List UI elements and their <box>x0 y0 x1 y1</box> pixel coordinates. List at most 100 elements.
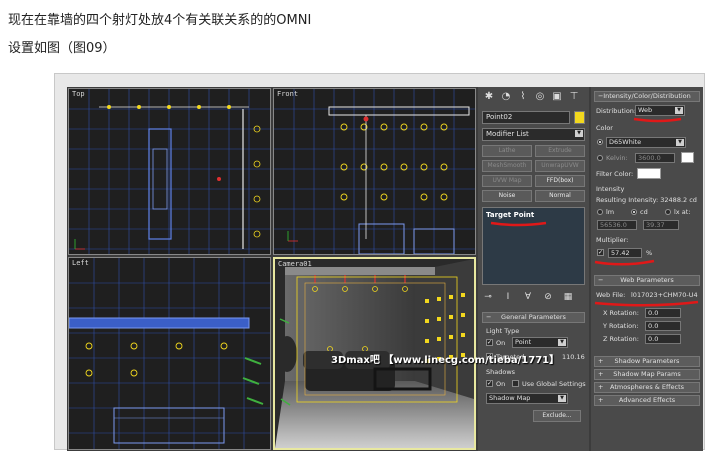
command-tabs: ✱ ◔ ⌇ ◎ ▣ ⊤ <box>482 90 581 104</box>
viewport-left[interactable]: Left <box>68 257 271 450</box>
viewport-label: Top <box>72 90 85 98</box>
shadow-type-value: Shadow Map <box>489 394 531 402</box>
intensity-color-distribution-rollout[interactable]: − Intensity/Color/Distribution <box>594 91 700 102</box>
advanced-effects-rollout[interactable]: + Advanced Effects <box>594 395 700 406</box>
shadow-map-params-rollout[interactable]: + Shadow Map Params <box>594 369 700 380</box>
viewport-top[interactable]: Top <box>68 88 271 255</box>
stack-tools: ⊸ I ∀ ⊘ ▦ <box>482 291 574 303</box>
plus-icon: + <box>598 357 604 365</box>
rollout-title: Advanced Effects <box>618 396 676 404</box>
percent-label: % <box>646 249 653 257</box>
multiplier-checkbox[interactable]: ✓ <box>597 249 604 256</box>
show-end-result-icon[interactable]: I <box>502 291 514 303</box>
light-type-dropdown[interactable]: Point ▼ <box>512 337 568 348</box>
stack-item-target-point[interactable]: Target Point <box>486 211 534 219</box>
distribution-label: Distribution: <box>596 107 637 115</box>
hierarchy-tab-icon[interactable]: ⌇ <box>516 90 530 104</box>
viewport-front[interactable]: Front <box>273 88 476 255</box>
light-type-label: Light Type <box>486 327 520 335</box>
general-parameters-rollout[interactable]: − General Parameters <box>482 312 585 323</box>
exclude-button[interactable]: Exclude... <box>533 410 581 422</box>
shadow-type-dropdown[interactable]: Shadow Map ▼ <box>486 393 568 404</box>
rollout-title: Intensity/Color/Distribution <box>603 92 691 100</box>
pin-stack-icon[interactable]: ⊸ <box>482 291 494 303</box>
lx-at-radio[interactable] <box>665 209 671 215</box>
rollout-title: General Parameters <box>501 313 566 321</box>
object-name-field[interactable]: Point02 <box>482 111 570 124</box>
multiplier-input[interactable]: 57.42 <box>608 248 642 258</box>
y-rotation-input[interactable]: 0.0 <box>645 321 681 331</box>
light-on-label: On <box>496 339 506 347</box>
modify-tab-icon[interactable]: ◔ <box>499 90 513 104</box>
configure-sets-icon[interactable]: ▦ <box>562 291 574 303</box>
intro-line-2: 设置如图（图09） <box>8 41 116 56</box>
color-preset-radio[interactable] <box>597 139 603 145</box>
color-preset-value: D65White <box>609 138 642 146</box>
motion-tab-icon[interactable]: ◎ <box>533 90 547 104</box>
red-underline-mark <box>594 300 699 307</box>
light-on-checkbox[interactable]: ✓ <box>486 339 493 346</box>
create-tab-icon[interactable]: ✱ <box>482 90 496 104</box>
use-global-checkbox[interactable] <box>512 380 519 387</box>
z-rotation-input[interactable]: 0.0 <box>645 334 681 344</box>
kelvin-label: Kelvin: <box>606 154 628 162</box>
lm-radio[interactable] <box>597 209 603 215</box>
left-wireframe <box>69 258 270 449</box>
kelvin-color-swatch[interactable] <box>681 152 694 163</box>
shadow-parameters-rollout[interactable]: + Shadow Parameters <box>594 356 700 367</box>
resulting-intensity-label: Resulting Intensity: 32488.2 cd <box>596 196 697 204</box>
cd-value-input[interactable]: 39.37 <box>643 220 679 230</box>
atmospheres-effects-rollout[interactable]: + Atmospheres & Effects <box>594 382 700 393</box>
chevron-down-icon: ▼ <box>676 139 684 146</box>
kelvin-input[interactable]: 3600.0 <box>635 153 675 163</box>
display-tab-icon[interactable]: ▣ <box>550 90 564 104</box>
plus-icon: + <box>598 396 604 404</box>
web-file-label: Web File: <box>596 291 626 299</box>
make-unique-icon[interactable]: ∀ <box>522 291 534 303</box>
modifier-list-dropdown[interactable]: Modifier List ▼ <box>482 128 585 141</box>
uvw-map-button[interactable]: UVW Map <box>482 175 532 187</box>
meshsmooth-button[interactable]: MeshSmooth <box>482 160 532 172</box>
cd-label: cd <box>640 208 648 216</box>
shadows-label: Shadows <box>486 368 516 376</box>
cd-radio[interactable] <box>631 209 637 215</box>
light-parameters-panel: − Intensity/Color/Distribution Distribut… <box>591 87 703 451</box>
viewport-label: Left <box>72 259 89 267</box>
viewport-label: Front <box>277 90 299 98</box>
lathe-button[interactable]: Lathe <box>482 145 532 157</box>
x-rotation-input[interactable]: 0.0 <box>645 308 681 318</box>
targeted-distance-value[interactable]: 110.16 <box>562 353 585 361</box>
color-preset-dropdown[interactable]: D65White ▼ <box>606 137 686 148</box>
object-color-swatch[interactable] <box>574 111 585 124</box>
utilities-tab-icon[interactable]: ⊤ <box>567 90 581 104</box>
kelvin-radio[interactable] <box>597 155 603 161</box>
extrude-button[interactable]: Extrude <box>535 145 585 157</box>
filter-color-swatch[interactable] <box>637 168 661 179</box>
remove-modifier-icon[interactable]: ⊘ <box>542 291 554 303</box>
web-file-button[interactable]: l017023+CHM70-U4 <box>631 291 698 299</box>
filter-color-label: Filter Color: <box>596 170 634 178</box>
lm-value-input[interactable]: 56536.0 <box>597 220 637 230</box>
x-rotation-label: X Rotation: <box>603 309 639 317</box>
intensity-group-label: Intensity <box>596 185 625 193</box>
web-parameters-rollout[interactable]: − Web Parameters <box>594 275 700 286</box>
chevron-down-icon: ▼ <box>575 130 583 137</box>
distribution-value: Web <box>638 106 653 114</box>
intro-line-1: 现在在靠墙的四个射灯处放4个有关联关系的的OMNI <box>8 13 312 28</box>
z-rotation-label: Z Rotation: <box>603 335 639 343</box>
rollout-title: Atmospheres & Effects <box>609 383 685 391</box>
minus-icon: − <box>486 313 492 321</box>
plus-icon: + <box>598 383 604 391</box>
shadows-on-label: On <box>496 380 506 388</box>
shadows-on-checkbox[interactable]: ✓ <box>486 380 493 387</box>
normal-button[interactable]: Normal <box>535 190 585 202</box>
unwrapuvw-button[interactable]: UnwrapUVW <box>535 160 585 172</box>
plus-icon: + <box>598 370 604 378</box>
noise-button[interactable]: Noise <box>482 190 532 202</box>
ffd-box-button[interactable]: FFD(box) <box>535 175 585 187</box>
distribution-dropdown[interactable]: Web ▼ <box>635 105 685 116</box>
rollout-title: Shadow Parameters <box>614 357 680 365</box>
minus-icon: − <box>598 276 604 284</box>
modifier-stack[interactable]: Target Point <box>482 207 585 285</box>
site-watermark: 3Dmax吧 【www.linecg.com/tieba/1771】 <box>331 355 560 366</box>
